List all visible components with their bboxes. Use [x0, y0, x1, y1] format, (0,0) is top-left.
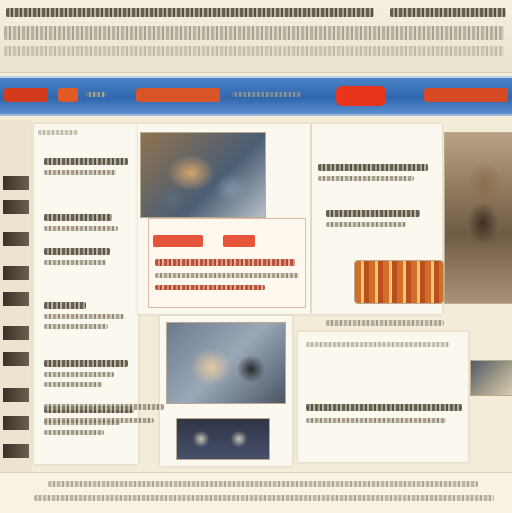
nav-text [86, 92, 106, 97]
section-tag[interactable] [153, 235, 203, 247]
nav-item-section-1[interactable] [58, 88, 78, 102]
summary-line [44, 260, 106, 265]
summary-line [44, 314, 124, 319]
footer-links[interactable] [48, 481, 478, 487]
summary-line [318, 176, 414, 181]
nav-item-featured[interactable] [336, 86, 386, 106]
left-index-column [0, 120, 32, 480]
featured-summary [155, 273, 299, 278]
index-link[interactable] [3, 388, 29, 402]
headline-line [38, 130, 78, 135]
index-link[interactable] [3, 352, 29, 366]
summary-line [44, 324, 108, 329]
thumbnail-photo[interactable] [470, 360, 512, 396]
summary-line [44, 430, 104, 435]
summary-line [44, 170, 116, 175]
featured-link[interactable] [155, 285, 265, 290]
headline-link[interactable] [44, 248, 110, 255]
headline-link[interactable] [318, 164, 428, 171]
site-masthead [0, 0, 512, 73]
page-footer [0, 472, 512, 513]
index-link[interactable] [3, 176, 29, 190]
featured-story-box [148, 218, 306, 308]
nav-item-home[interactable] [4, 88, 48, 102]
masthead-line [6, 8, 374, 17]
nav-item-section-2[interactable] [136, 88, 220, 102]
portrait-photo[interactable] [444, 132, 512, 304]
masthead-line [4, 46, 504, 56]
summary-line [44, 372, 114, 377]
masthead-line [390, 8, 506, 17]
summary-line [44, 404, 164, 410]
summary-line [306, 418, 446, 423]
summary-line [44, 382, 102, 387]
index-link[interactable] [3, 326, 29, 340]
headline-link[interactable] [44, 360, 128, 367]
footer-links[interactable] [34, 495, 494, 501]
nav-item-section-3[interactable] [424, 88, 508, 102]
food-photo[interactable] [354, 260, 444, 304]
index-link[interactable] [3, 232, 29, 246]
featured-photo[interactable] [140, 132, 266, 218]
index-link[interactable] [3, 266, 29, 280]
section-divider-text [326, 320, 444, 326]
summary-line [44, 226, 118, 231]
main-navigation [0, 76, 512, 116]
right-lower-column [298, 332, 468, 462]
summary-line [306, 342, 450, 347]
headline-link[interactable] [44, 302, 86, 309]
secondary-photo[interactable] [166, 322, 286, 404]
featured-headline[interactable] [155, 259, 295, 266]
index-link[interactable] [3, 444, 29, 458]
masthead-line [4, 26, 504, 40]
summary-line [326, 222, 406, 227]
index-link[interactable] [3, 416, 29, 430]
bottom-photo[interactable] [176, 418, 270, 460]
index-link[interactable] [3, 292, 29, 306]
index-link[interactable] [3, 200, 29, 214]
nav-text [232, 92, 302, 97]
headline-link[interactable] [44, 214, 112, 221]
left-news-column [34, 124, 138, 464]
headline-link[interactable] [306, 404, 462, 411]
section-tag[interactable] [223, 235, 255, 247]
headline-link[interactable] [44, 158, 128, 165]
summary-line [44, 418, 154, 423]
headline-link[interactable] [326, 210, 420, 217]
